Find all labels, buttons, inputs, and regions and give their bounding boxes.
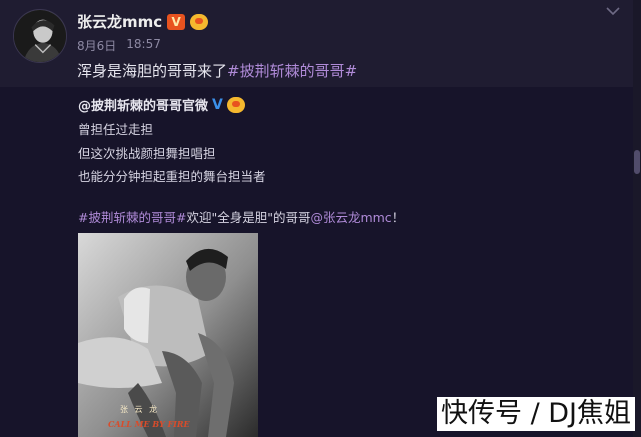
repost-tag-text: 欢迎"全身是胆"的哥哥 [186, 210, 311, 225]
repost-author-name[interactable]: @披荆斩棘的哥哥官微 [78, 95, 208, 114]
repost-author[interactable]: @披荆斩棘的哥哥官微 V [78, 95, 245, 114]
vip-badge-icon: V [167, 13, 186, 30]
author-name[interactable]: 张云龙mmc [77, 11, 162, 32]
post-time: 18:57 [126, 37, 161, 51]
post-text: 浑身是海胆的哥哥来了#披荆斩棘的哥哥# [77, 60, 357, 81]
photo-subcaption: CALL ME BY FIRE [108, 419, 190, 429]
post-text-body: 浑身是海胆的哥哥来了 [77, 62, 228, 80]
post-author[interactable]: 张云龙mmc V [77, 11, 209, 32]
avatar-image [14, 10, 66, 62]
repost-tag-line: #披荆斩棘的哥哥#欢迎"全身是胆"的哥哥@张云龙mmc！ [78, 207, 404, 226]
repost-mention-link[interactable]: @张云龙mmc [310, 210, 391, 225]
repost-tag-end: ！ [391, 210, 405, 225]
chevron-down-icon[interactable] [603, 4, 623, 20]
repost-hashtag-link[interactable]: #披荆斩棘的哥哥# [78, 210, 186, 225]
repost-line-2: 但这次挑战颜担舞担唱担 [78, 146, 216, 161]
post-date[interactable]: 8月6日 [77, 37, 116, 54]
verified-icon: V [212, 96, 223, 113]
post-hashtag-link[interactable]: #披荆斩棘的哥哥# [227, 62, 357, 80]
photo-caption: 张 云 龙 [120, 405, 160, 414]
scrollbar[interactable] [633, 0, 641, 437]
repost-photo[interactable]: 张 云 龙 CALL ME BY FIRE [78, 233, 258, 437]
post-meta: 8月6日 18:57 [77, 37, 161, 54]
repost-line-1: 曾担任过走担 [78, 122, 154, 137]
medal-badge-icon [226, 96, 245, 113]
photo-image [78, 233, 258, 437]
avatar[interactable] [13, 9, 67, 63]
repost-card: @披荆斩棘的哥哥官微 V 曾担任过走担 但这次挑战颜担舞担唱担 也能分分钟担起重… [0, 87, 641, 437]
watermark: 快传号 / DJ焦姐 [436, 397, 635, 431]
scrollbar-thumb[interactable] [634, 150, 640, 174]
weibo-post: 张云龙mmc V 8月6日 18:57 浑身是海胆的哥哥来了#披荆斩棘的哥哥# … [0, 0, 641, 437]
repost-line-3: 也能分分钟担起重担的舞台担当者 [78, 169, 266, 184]
medal-badge-icon [190, 13, 209, 30]
